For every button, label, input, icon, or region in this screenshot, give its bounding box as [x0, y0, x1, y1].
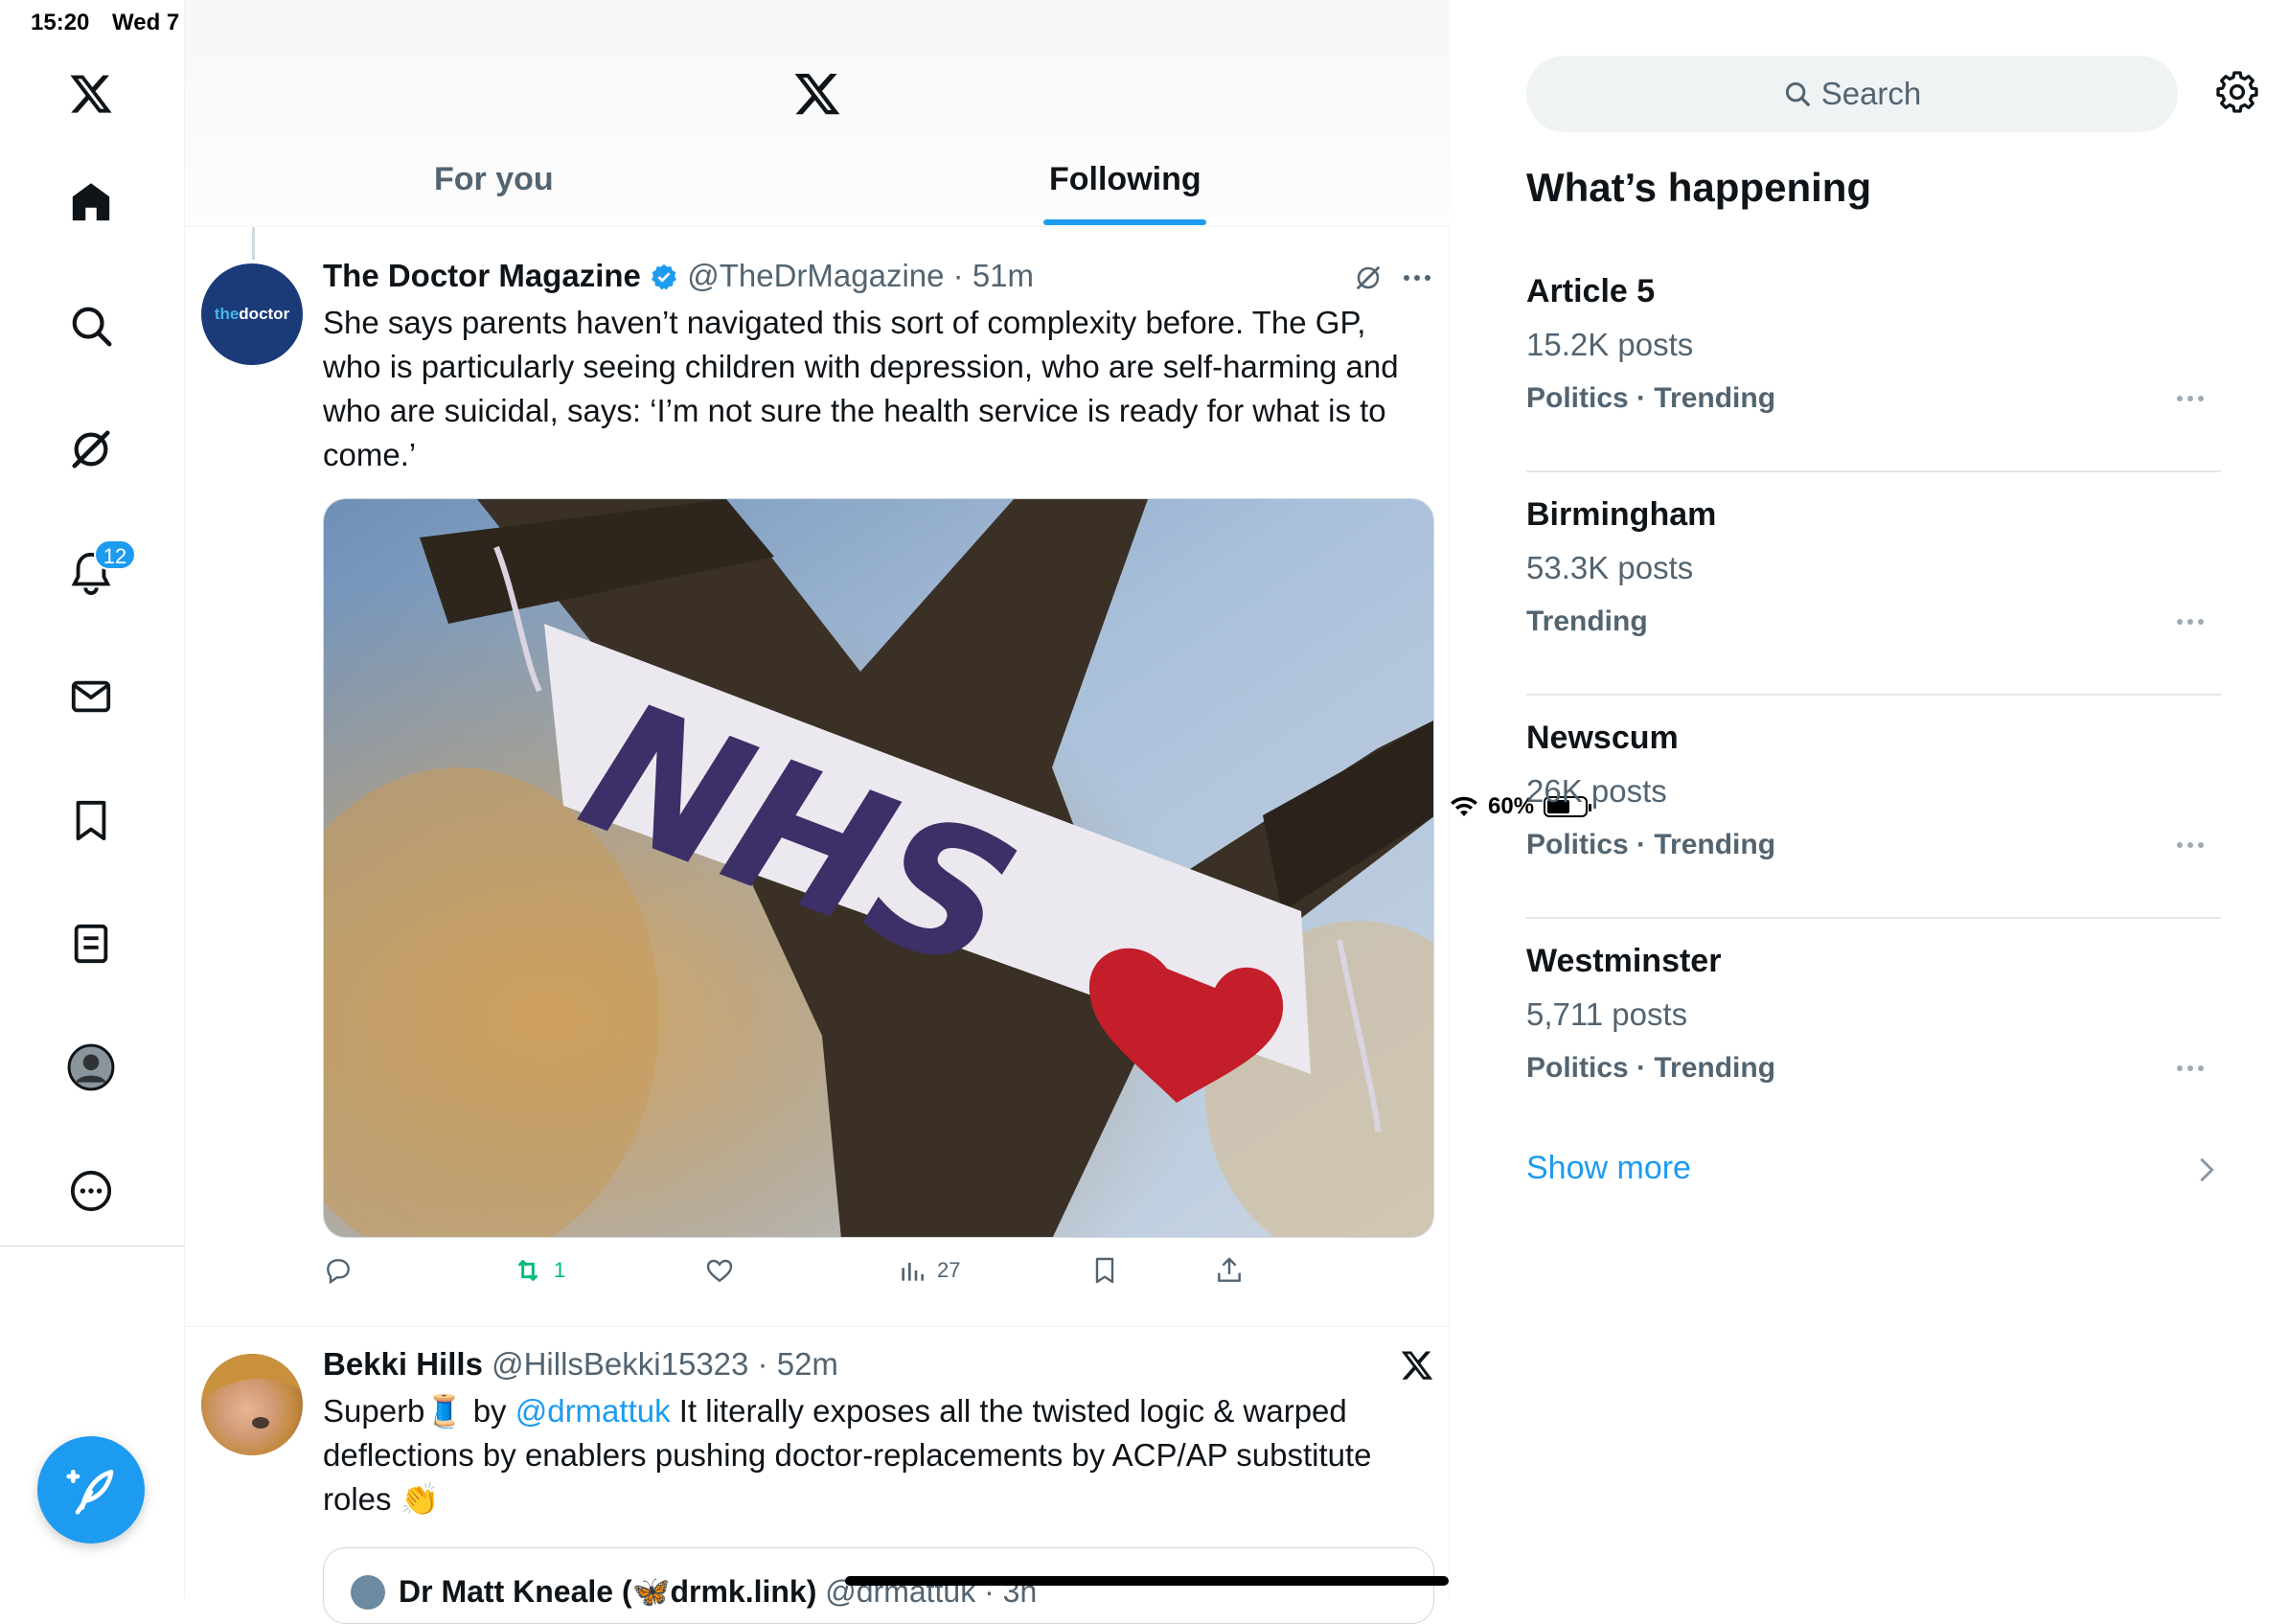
trend-item[interactable]: Birmingham 53.3K posts Trending — [1526, 496, 2221, 719]
notifications-badge: 12 — [94, 539, 136, 570]
trend-post-count: 15.2K posts — [1526, 327, 1694, 362]
post-text: She says parents haven’t navigated this … — [323, 305, 1399, 472]
quoted-avatar — [351, 1575, 385, 1610]
compose-button[interactable] — [37, 1436, 145, 1544]
tab-following[interactable]: Following — [1049, 161, 1201, 198]
bookmark-button[interactable] — [1089, 1255, 1120, 1286]
reply-button[interactable] — [323, 1255, 363, 1286]
trend-post-count: 26K posts — [1526, 773, 1667, 809]
trend-item[interactable]: Newscum 26K posts Politics · Trending — [1526, 720, 2221, 942]
trend-name: Newscum — [1526, 720, 1679, 756]
search-placeholder: Search — [1820, 76, 1922, 111]
trend-divider — [1526, 694, 2221, 696]
verified-badge-icon — [652, 263, 676, 290]
trend-divider — [1526, 470, 2221, 472]
messages-icon[interactable] — [64, 670, 118, 723]
profile-icon[interactable] — [64, 1041, 118, 1094]
post[interactable]: the doctor The Doctor Magazine @TheDrMaga… — [185, 227, 1450, 1329]
trend-category: Politics · Trending — [1526, 829, 1776, 860]
avatar-logo-text: doctor — [239, 305, 290, 323]
share-icon — [1218, 1257, 1241, 1282]
trend-category: Trending — [1526, 606, 1648, 637]
thread-emoji: 🧵 — [424, 1393, 465, 1429]
post-header: Bekki Hills @HillsBekki15323 · 52m — [323, 1346, 838, 1382]
compose-icon — [66, 1470, 114, 1515]
post-time[interactable]: 51m — [972, 258, 1034, 293]
avatar-logo-text: the — [214, 305, 240, 323]
main-timeline: For you Following the doctor The Doctor M… — [185, 0, 1450, 1624]
views-button[interactable]: 27 — [897, 1255, 960, 1286]
post-image[interactable]: NHS — [323, 498, 1434, 1238]
grok-icon[interactable] — [64, 423, 118, 476]
trend-more-icon[interactable] — [2177, 1065, 2204, 1071]
trend-category: Politics · Trending — [1526, 1052, 1776, 1084]
more-icon[interactable] — [64, 1164, 118, 1218]
bookmarks-icon[interactable] — [64, 793, 118, 847]
views-icon — [902, 1263, 924, 1281]
trend-name: Article 5 — [1526, 273, 1656, 309]
trend-more-icon[interactable] — [2177, 396, 2204, 401]
post-text: Superb🧵 by @drmattuk It literally expose… — [323, 1389, 1425, 1521]
left-navigation: 12 — [0, 0, 185, 1598]
x-logo-icon[interactable] — [792, 69, 842, 124]
chevron-right-icon — [2197, 1155, 2216, 1189]
trend-post-count: 5,711 posts — [1526, 996, 1688, 1032]
active-tab-indicator — [1043, 219, 1206, 225]
trend-more-icon[interactable] — [2177, 619, 2204, 625]
home-icon[interactable] — [64, 175, 118, 229]
grok-icon[interactable] — [1354, 263, 1383, 297]
trend-item[interactable]: Article 5 15.2K posts Politics · Trendin… — [1526, 273, 2221, 495]
trend-item[interactable]: Westminster 5,711 posts Politics · Trend… — [1526, 943, 2221, 1084]
post-time[interactable]: 52m — [777, 1346, 838, 1382]
clapping-emoji: 👏 — [400, 1481, 440, 1517]
x-logo-icon[interactable] — [1400, 1348, 1434, 1387]
post-header: The Doctor Magazine @TheDrMagazine · 51m — [323, 258, 1035, 293]
search-icon[interactable] — [64, 299, 118, 353]
mention-link[interactable]: @drmattuk — [515, 1393, 671, 1429]
thread-line — [252, 227, 255, 260]
repost-icon — [517, 1259, 538, 1282]
reply-icon — [327, 1259, 350, 1285]
views-count: 27 — [937, 1258, 961, 1282]
author-name[interactable]: Bekki Hills — [323, 1346, 483, 1382]
post-more-icon[interactable] — [1404, 275, 1430, 281]
heart-icon — [706, 1259, 733, 1283]
bookmark-icon — [1095, 1257, 1114, 1284]
trend-more-icon[interactable] — [2177, 842, 2204, 848]
post-text-part: Superb — [323, 1393, 425, 1429]
quoted-author-name: Dr Matt Kneale (🦋drmk.link) — [399, 1574, 817, 1609]
trend-name: Birmingham — [1526, 496, 1717, 533]
search-icon — [1785, 81, 1810, 106]
author-handle[interactable]: @TheDrMagazine — [687, 258, 944, 293]
trend-name: Westminster — [1526, 943, 1722, 979]
share-button[interactable] — [1214, 1255, 1245, 1286]
lists-icon[interactable] — [64, 917, 118, 971]
nhs-knitted-banner-image: NHS — [324, 499, 1433, 1237]
whats-happening-title: What’s happening — [1526, 165, 1872, 210]
quoted-post[interactable]: Dr Matt Kneale (🦋drmk.link) @drmattuk · … — [323, 1547, 1434, 1624]
settings-gear-icon[interactable] — [2216, 71, 2258, 118]
author-handle[interactable]: @HillsBekki15323 — [492, 1346, 748, 1382]
avatar[interactable]: the doctor — [201, 263, 303, 365]
tab-for-you[interactable]: For you — [434, 161, 554, 198]
author-name[interactable]: The Doctor Magazine — [323, 258, 641, 293]
show-more-link[interactable]: Show more — [1526, 1150, 1691, 1187]
repost-button[interactable]: 1 — [512, 1255, 565, 1286]
post-actions: 1 27 — [323, 1255, 1281, 1297]
search-input[interactable]: Search — [1526, 56, 2178, 132]
right-sidebar: Search What’s happening Article 5 15.2K … — [1450, 0, 2288, 1598]
avatar[interactable] — [201, 1354, 303, 1455]
x-logo-icon[interactable] — [64, 67, 118, 121]
trend-divider — [1526, 917, 2221, 919]
repost-count: 1 — [554, 1258, 566, 1282]
nav-divider — [0, 1246, 185, 1247]
post[interactable]: Bekki Hills @HillsBekki15323 · 52m Super… — [185, 1327, 1450, 1624]
like-button[interactable] — [704, 1255, 744, 1286]
trend-post-count: 53.3K posts — [1526, 550, 1694, 585]
post-text-part: by — [472, 1393, 507, 1429]
trend-category: Politics · Trending — [1526, 382, 1776, 414]
timeline-header: For you Following — [185, 0, 1450, 227]
home-indicator[interactable] — [845, 1576, 1449, 1586]
